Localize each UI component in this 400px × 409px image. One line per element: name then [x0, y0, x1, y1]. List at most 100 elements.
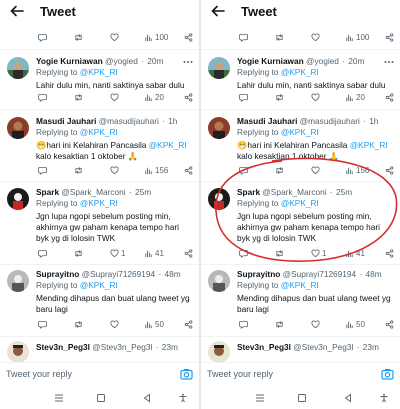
tweet-item[interactable]: Stev3n_Peg3l @Stev3n_Peg3l · 23m — [0, 337, 199, 363]
avatar[interactable] — [7, 117, 29, 139]
like-button[interactable] — [311, 320, 320, 329]
reply-input[interactable] — [6, 369, 156, 379]
reply-button[interactable] — [38, 33, 47, 42]
avatar[interactable] — [208, 188, 230, 210]
views-button[interactable]: 156 — [144, 166, 168, 175]
author-name[interactable]: Spark — [237, 187, 260, 197]
more-options-icon[interactable] — [384, 60, 394, 64]
more-options-icon[interactable] — [183, 60, 193, 64]
reply-button[interactable] — [38, 249, 47, 258]
like-button[interactable] — [110, 320, 119, 329]
retweet-button[interactable] — [275, 33, 284, 42]
share-button[interactable] — [184, 93, 193, 102]
retweet-button[interactable] — [275, 320, 284, 329]
author-handle[interactable]: @yogied — [105, 56, 138, 66]
tweet-item[interactable]: Stev3n_Peg3l @Stev3n_Peg3l · 23m — [201, 337, 400, 363]
author-name[interactable]: Suprayitno — [36, 269, 79, 279]
mention-link[interactable]: @KPK_RI — [281, 198, 319, 208]
avatar[interactable] — [208, 270, 230, 292]
author-handle[interactable]: @masudijauhari — [300, 116, 360, 126]
avatar[interactable] — [208, 57, 230, 79]
reply-button[interactable] — [239, 33, 248, 42]
share-button[interactable] — [385, 320, 394, 329]
accessibility-icon[interactable] — [178, 393, 188, 403]
back-triangle-icon[interactable] — [343, 393, 353, 403]
author-name[interactable]: Masudi Jauhari — [237, 116, 297, 126]
author-name[interactable]: Yogie Kurniawan — [36, 56, 103, 66]
retweet-button[interactable] — [74, 249, 83, 258]
views-button[interactable]: 41 — [144, 249, 164, 258]
reply-button[interactable] — [38, 93, 47, 102]
mention-link[interactable]: @KPK_RI — [281, 127, 319, 137]
mention-link[interactable]: @KPK_RI — [80, 198, 118, 208]
reply-button[interactable] — [38, 320, 47, 329]
share-button[interactable] — [184, 320, 193, 329]
avatar[interactable] — [7, 341, 29, 363]
like-button[interactable]: 1 — [311, 249, 326, 258]
retweet-button[interactable] — [74, 93, 83, 102]
like-button[interactable]: 1 — [110, 249, 125, 258]
avatar[interactable] — [208, 117, 230, 139]
mention-link[interactable]: @KPK_RI — [80, 280, 118, 290]
author-handle[interactable]: @Spark_Marconi — [61, 187, 125, 197]
author-handle[interactable]: @Spark_Marconi — [262, 187, 326, 197]
mention-link[interactable]: @KPK_RI — [149, 140, 187, 150]
author-handle[interactable]: @Stev3n_Peg3l — [92, 342, 152, 352]
views-button[interactable]: 50 — [144, 320, 164, 329]
like-button[interactable] — [110, 166, 119, 175]
menu-lines-icon[interactable] — [54, 393, 64, 403]
camera-icon[interactable] — [381, 368, 394, 380]
author-handle[interactable]: @Suprayi71269194 — [82, 269, 155, 279]
avatar[interactable] — [7, 188, 29, 210]
retweet-button[interactable] — [275, 249, 284, 258]
views-button[interactable]: 50 — [345, 320, 365, 329]
back-triangle-icon[interactable] — [142, 393, 152, 403]
like-button[interactable] — [311, 93, 320, 102]
share-button[interactable] — [184, 166, 193, 175]
like-button[interactable] — [110, 33, 119, 42]
back-arrow-icon[interactable] — [211, 4, 225, 18]
reply-input[interactable] — [207, 369, 357, 379]
mention-link[interactable]: @KPK_RI — [350, 140, 388, 150]
back-arrow-icon[interactable] — [10, 4, 24, 18]
home-square-icon[interactable] — [96, 393, 106, 403]
avatar[interactable] — [208, 341, 230, 363]
author-name[interactable]: Spark — [36, 187, 59, 197]
camera-icon[interactable] — [180, 368, 193, 380]
share-button[interactable] — [385, 249, 394, 258]
accessibility-icon[interactable] — [379, 393, 389, 403]
author-name[interactable]: Stev3n_Peg3l — [36, 342, 90, 352]
author-name[interactable]: Suprayitno — [237, 269, 280, 279]
share-button[interactable] — [385, 93, 394, 102]
retweet-button[interactable] — [275, 93, 284, 102]
views-button[interactable]: 20 — [144, 93, 164, 102]
mention-link[interactable]: @KPK_RI — [80, 127, 118, 137]
author-name[interactable]: Yogie Kurniawan — [237, 56, 304, 66]
views-button[interactable]: 156 — [345, 166, 369, 175]
views-button[interactable]: 100 — [144, 33, 168, 42]
like-button[interactable] — [311, 166, 320, 175]
share-button[interactable] — [385, 166, 394, 175]
reply-button[interactable] — [239, 320, 248, 329]
like-button[interactable] — [110, 93, 119, 102]
author-handle[interactable]: @yogied — [306, 56, 339, 66]
mention-link[interactable]: @KPK_RI — [281, 280, 319, 290]
reply-button[interactable] — [239, 93, 248, 102]
views-button[interactable]: 100 — [345, 33, 369, 42]
views-button[interactable]: 20 — [345, 93, 365, 102]
avatar[interactable] — [7, 57, 29, 79]
reply-button[interactable] — [239, 249, 248, 258]
reply-button[interactable] — [38, 166, 47, 175]
mention-link[interactable]: @KPK_RI — [281, 67, 319, 77]
share-button[interactable] — [184, 249, 193, 258]
avatar[interactable] — [7, 270, 29, 292]
retweet-button[interactable] — [74, 166, 83, 175]
share-button[interactable] — [385, 33, 394, 42]
retweet-button[interactable] — [74, 320, 83, 329]
author-handle[interactable]: @masudijauhari — [99, 116, 159, 126]
home-square-icon[interactable] — [297, 393, 307, 403]
author-handle[interactable]: @Suprayi71269194 — [283, 269, 356, 279]
retweet-button[interactable] — [74, 33, 83, 42]
reply-button[interactable] — [239, 166, 248, 175]
retweet-button[interactable] — [275, 166, 284, 175]
